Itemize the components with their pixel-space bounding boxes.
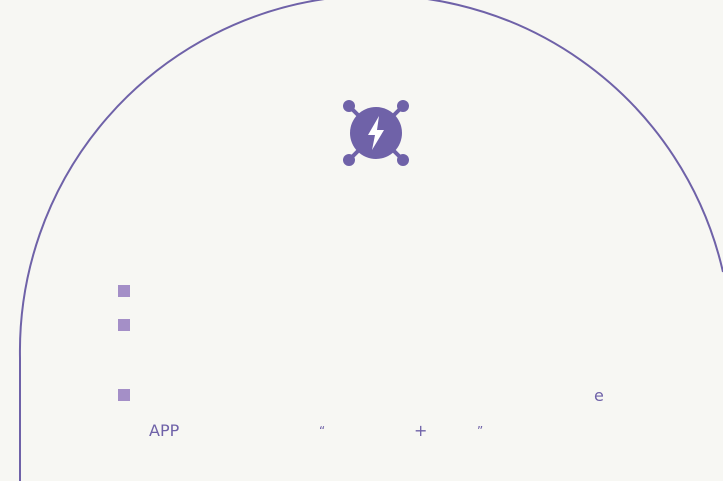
arch-outline (18, 0, 723, 481)
bullet-marker (118, 285, 130, 297)
app-label: APP (149, 421, 180, 440)
plus-sign: + (414, 421, 428, 440)
bullet-marker (118, 389, 130, 401)
bullet-marker (118, 319, 130, 331)
close-quote: ” (477, 424, 484, 438)
bullet-line1-end: e (594, 386, 604, 405)
open-quote: “ (319, 424, 326, 438)
lightning-network-icon (341, 98, 411, 168)
